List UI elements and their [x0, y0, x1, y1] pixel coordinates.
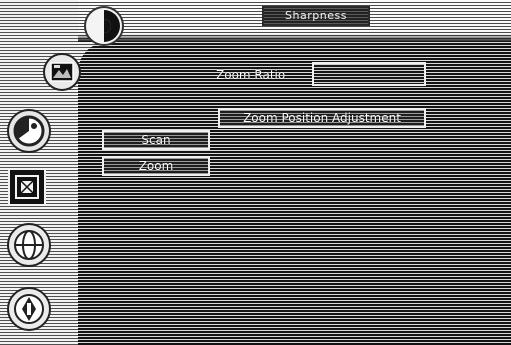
picture-icon[interactable]: [42, 52, 82, 92]
globe-icon[interactable]: [6, 222, 52, 268]
zoom-ratio-field[interactable]: [312, 62, 426, 86]
setup-icon[interactable]: [6, 286, 52, 332]
zoom-position-adjustment-button[interactable]: Zoom Position Adjustment: [218, 108, 426, 128]
color-icon[interactable]: [6, 108, 52, 154]
brightness-icon[interactable]: [82, 4, 126, 48]
zoom-icon[interactable]: [8, 168, 46, 206]
scan-button[interactable]: Scan: [102, 130, 210, 150]
zoom-ratio-label: Zoom Ratio: [216, 68, 286, 82]
mode-label: Sharpness: [262, 6, 370, 26]
zoom-button[interactable]: Zoom: [102, 156, 210, 176]
